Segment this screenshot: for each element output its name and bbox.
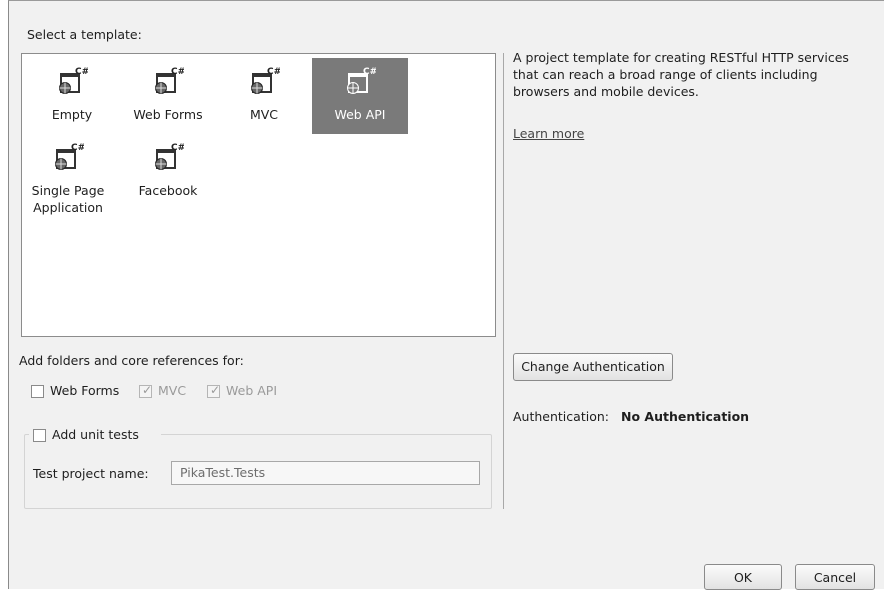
template-single-page-application[interactable]: C# Single Page Application: [24, 134, 120, 218]
csharp-web-project-icon: C#: [59, 67, 88, 94]
web-forms-checkbox[interactable]: [31, 385, 44, 398]
svg-text:C#: C#: [267, 67, 280, 77]
ok-button[interactable]: OK: [704, 564, 782, 590]
template-empty[interactable]: C# Empty: [24, 58, 120, 134]
csharp-web-project-icon: C#: [55, 143, 84, 170]
mvc-checkbox-label[interactable]: MVC: [158, 383, 186, 398]
template-facebook[interactable]: C# Facebook: [120, 134, 216, 210]
csharp-web-project-icon: C#: [347, 67, 376, 94]
test-project-name-label: Test project name:: [33, 466, 149, 481]
authentication-label: Authentication:: [513, 409, 609, 424]
template-name: MVC: [249, 107, 279, 122]
svg-text:C#: C#: [171, 67, 184, 77]
web-api-checkbox-label[interactable]: Web API: [226, 383, 277, 398]
select-template-label: Select a template:: [27, 27, 142, 42]
svg-text:C#: C#: [363, 67, 376, 77]
template-name: Web Forms: [133, 107, 203, 122]
mvc-checkbox[interactable]: ✓: [139, 383, 153, 398]
csharp-web-project-icon: C#: [155, 67, 184, 94]
template-mvc[interactable]: C# MVC: [216, 58, 312, 134]
template-name: Empty: [51, 107, 93, 122]
authentication-value: No Authentication: [621, 409, 750, 424]
csharp-web-project-icon: C#: [155, 143, 184, 170]
folders-label: Add folders and core references for:: [19, 353, 244, 368]
svg-text:C#: C#: [71, 143, 84, 153]
web-forms-checkbox-label[interactable]: Web Forms: [50, 383, 119, 398]
checkmark-icon: ✓: [210, 383, 221, 397]
add-unit-tests-label[interactable]: Add unit tests: [52, 427, 139, 442]
checkmark-icon: ✓: [142, 383, 153, 397]
template-web-api[interactable]: C# Web API: [312, 58, 408, 134]
cancel-button[interactable]: Cancel: [795, 564, 875, 590]
test-project-name-field[interactable]: PikaTest.Tests: [171, 461, 480, 485]
template-name: Web API: [334, 107, 386, 122]
template-description: A project template for creating RESTful …: [513, 50, 849, 99]
svg-text:C#: C#: [75, 67, 88, 77]
new-project-dialog: Select a template: C# Empty C# Web Forms: [8, 0, 884, 590]
template-web-forms[interactable]: C# Web Forms: [120, 58, 216, 134]
vertical-divider: [503, 53, 504, 509]
template-list[interactable]: C# Empty C# Web Forms C# MVC C# Web API …: [21, 53, 496, 337]
template-name: Single Page Application: [31, 183, 105, 215]
csharp-web-project-icon: C#: [251, 67, 280, 94]
template-name: Facebook: [138, 183, 198, 198]
add-unit-tests-checkbox[interactable]: [33, 429, 46, 442]
change-authentication-button[interactable]: Change Authentication: [513, 353, 673, 381]
learn-more-link[interactable]: Learn more: [513, 126, 584, 141]
svg-text:C#: C#: [171, 143, 184, 153]
web-api-checkbox[interactable]: ✓: [207, 383, 221, 398]
